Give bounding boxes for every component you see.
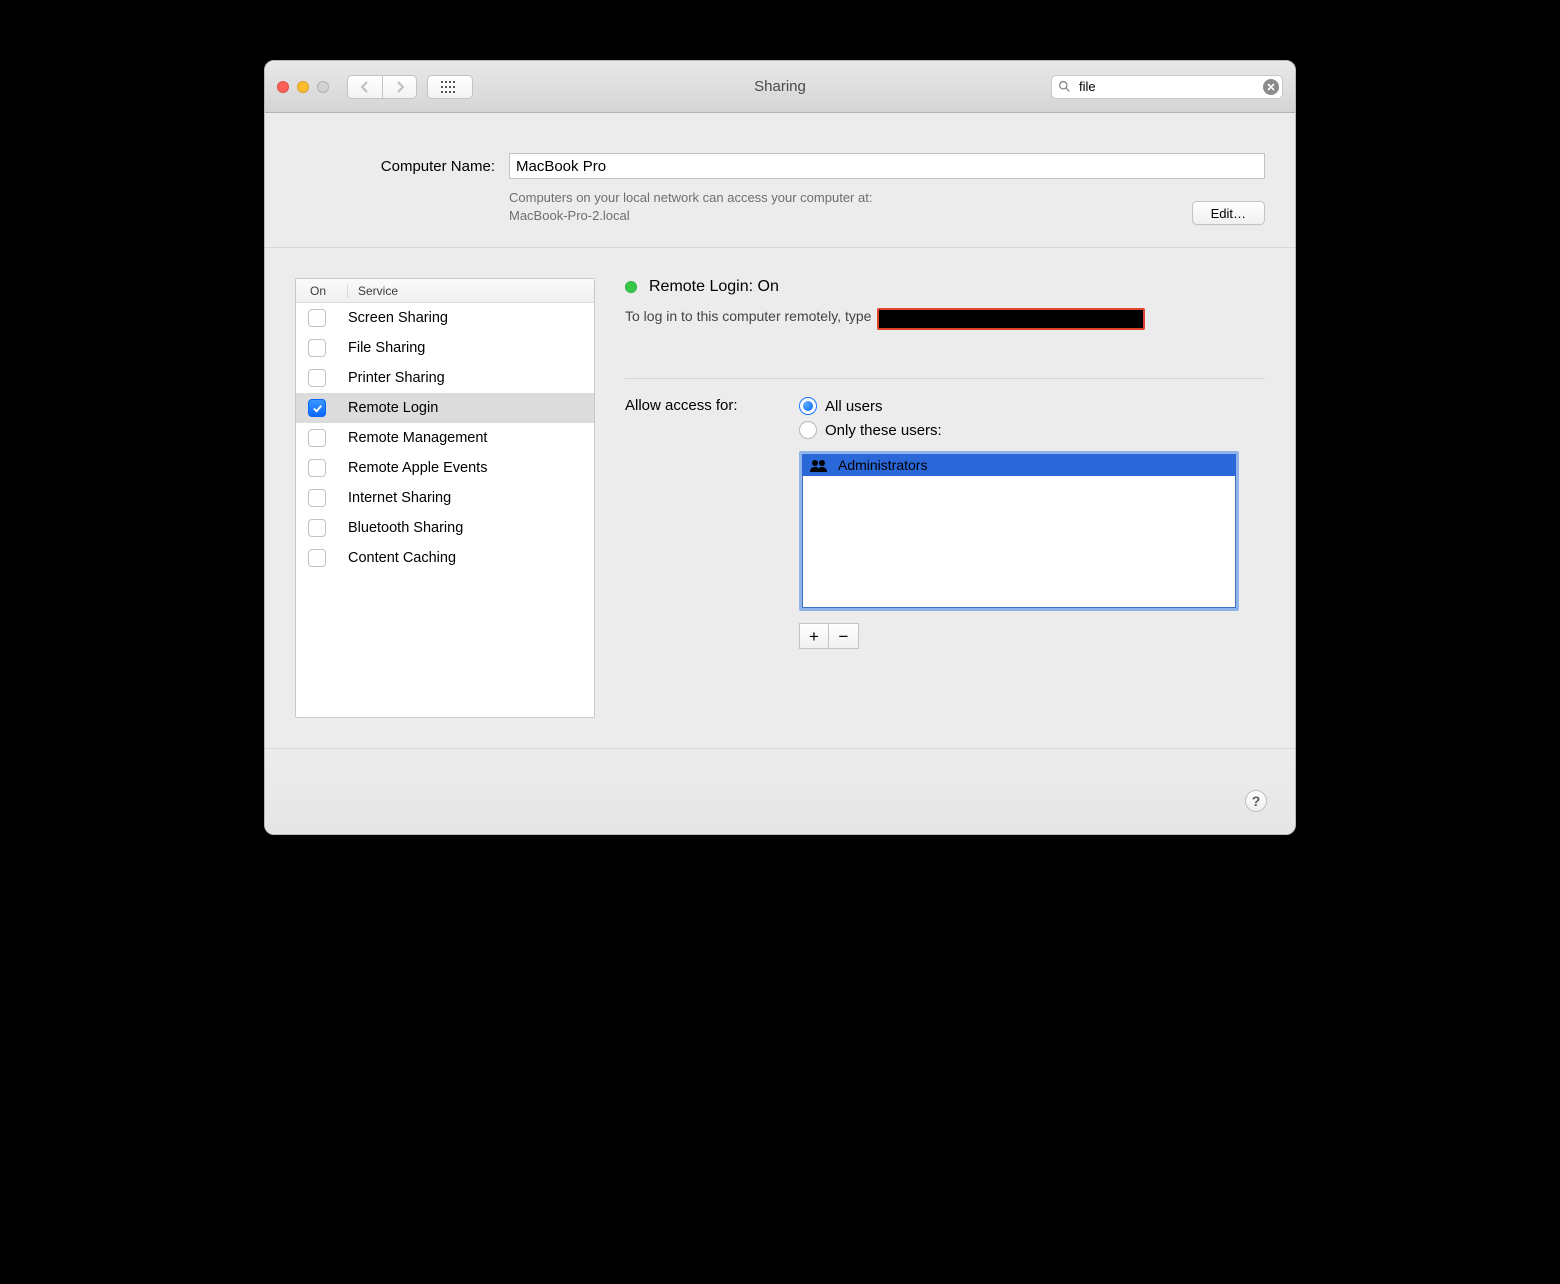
service-label: Remote Management xyxy=(326,430,487,446)
footer: ? xyxy=(265,748,1295,834)
service-list-header: On Service xyxy=(296,279,594,303)
service-label: Remote Login xyxy=(326,400,438,416)
service-row[interactable]: Printer Sharing xyxy=(296,363,594,393)
service-checkbox[interactable] xyxy=(308,309,326,327)
service-row[interactable]: Bluetooth Sharing xyxy=(296,513,594,543)
service-label: Internet Sharing xyxy=(326,490,451,506)
minimize-window-button[interactable] xyxy=(297,81,309,93)
grid-icon xyxy=(441,81,459,93)
service-row[interactable]: File Sharing xyxy=(296,333,594,363)
radio-knob-icon xyxy=(799,421,817,439)
column-on[interactable]: On xyxy=(296,284,348,298)
zoom-window-button[interactable] xyxy=(317,81,329,93)
preferences-window: Sharing Computer Name: Computers on your… xyxy=(264,60,1296,835)
access-section: Allow access for: All users Only these u… xyxy=(625,397,1265,649)
status-title: Remote Login: On xyxy=(649,278,779,296)
chevron-right-icon xyxy=(394,81,406,93)
login-hint-text: To log in to this computer remotely, typ… xyxy=(625,308,871,324)
column-service[interactable]: Service xyxy=(348,284,398,298)
users-icon xyxy=(810,459,828,472)
titlebar: Sharing xyxy=(265,61,1295,113)
service-checkbox[interactable] xyxy=(308,339,326,357)
service-label: Screen Sharing xyxy=(326,310,448,326)
service-label: Content Caching xyxy=(326,550,456,566)
service-label: Printer Sharing xyxy=(326,370,445,386)
search-field[interactable] xyxy=(1051,75,1283,99)
service-row[interactable]: Remote Login xyxy=(296,393,594,423)
x-icon xyxy=(1267,83,1275,91)
service-checkbox[interactable] xyxy=(308,519,326,537)
search-input[interactable] xyxy=(1077,78,1257,95)
remove-user-button[interactable]: − xyxy=(829,623,859,649)
service-row[interactable]: Internet Sharing xyxy=(296,483,594,513)
back-button[interactable] xyxy=(348,76,382,98)
computer-name-section: Computer Name: Computers on your local n… xyxy=(265,113,1295,248)
clear-search-button[interactable] xyxy=(1263,79,1279,95)
service-checkbox[interactable] xyxy=(308,489,326,507)
service-checkbox[interactable] xyxy=(308,429,326,447)
check-icon xyxy=(312,403,323,414)
help-button[interactable]: ? xyxy=(1245,790,1267,812)
service-list: On Service Screen Sharing File Sharing Pri… xyxy=(295,278,595,718)
nav-segment xyxy=(347,75,417,99)
service-row[interactable]: Remote Apple Events xyxy=(296,453,594,483)
service-checkbox[interactable] xyxy=(308,399,326,417)
service-checkbox[interactable] xyxy=(308,549,326,567)
add-user-button[interactable]: + xyxy=(799,623,829,649)
radio-only-label: Only these users: xyxy=(825,422,942,439)
radio-only-users[interactable]: Only these users: xyxy=(799,421,1239,439)
chevron-left-icon xyxy=(359,81,371,93)
main-area: On Service Screen Sharing File Sharing Pri… xyxy=(265,248,1295,748)
computer-name-label: Computer Name: xyxy=(295,158,495,175)
forward-button[interactable] xyxy=(382,76,416,98)
computer-name-description: Computers on your local network can acce… xyxy=(509,189,872,225)
service-checkbox[interactable] xyxy=(308,459,326,477)
radio-all-users[interactable]: All users xyxy=(799,397,1239,415)
service-label: Remote Apple Events xyxy=(326,460,487,476)
service-row[interactable]: Remote Management xyxy=(296,423,594,453)
service-label: File Sharing xyxy=(326,340,425,356)
status-indicator-icon xyxy=(625,281,637,293)
edit-hostname-button[interactable]: Edit… xyxy=(1192,201,1265,225)
user-name: Administrators xyxy=(838,457,927,473)
computer-name-input[interactable] xyxy=(509,153,1265,179)
service-label: Bluetooth Sharing xyxy=(326,520,463,536)
search-icon xyxy=(1058,80,1071,93)
service-checkbox[interactable] xyxy=(308,369,326,387)
radio-all-label: All users xyxy=(825,398,883,415)
service-detail: Remote Login: On To log in to this compu… xyxy=(625,278,1265,718)
login-command-redacted xyxy=(877,308,1145,330)
traffic-lights xyxy=(277,81,329,93)
close-window-button[interactable] xyxy=(277,81,289,93)
access-label: Allow access for: xyxy=(625,397,787,649)
user-row[interactable]: Administrators xyxy=(802,454,1236,476)
service-row[interactable]: Content Caching xyxy=(296,543,594,573)
service-row[interactable]: Screen Sharing xyxy=(296,303,594,333)
users-listbox[interactable]: Administrators xyxy=(799,451,1239,611)
divider xyxy=(625,378,1265,379)
show-all-button[interactable] xyxy=(427,75,473,99)
radio-knob-icon xyxy=(799,397,817,415)
user-add-remove: + − xyxy=(799,623,1239,649)
